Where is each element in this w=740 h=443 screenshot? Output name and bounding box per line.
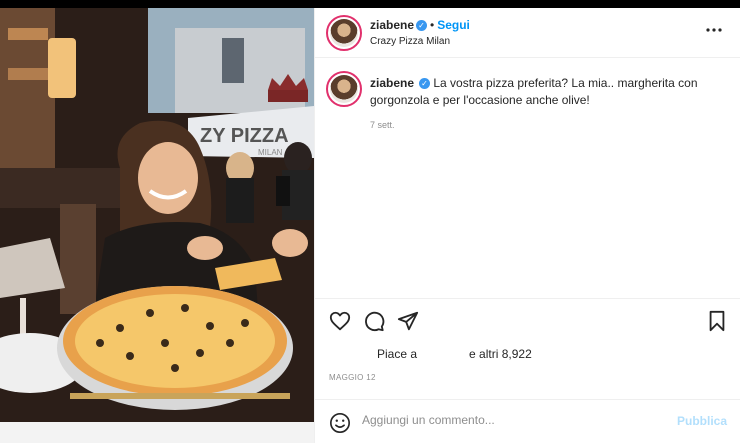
photo-bottom-strip <box>0 422 314 443</box>
comment-bar: Pubblica <box>315 399 740 443</box>
post-header: ziabene ✓ • Segui Crazy Pizza Milan <box>315 8 740 58</box>
author-avatar[interactable] <box>326 15 362 51</box>
photo-illustration: ZY PIZZA MILAN <box>0 8 314 422</box>
likes-line[interactable]: Piace a e altri 8,922 <box>377 347 532 361</box>
follow-button[interactable]: Segui <box>437 18 470 32</box>
caption: ziabene ✓ La vostra pizza preferita? La m… <box>370 75 725 109</box>
heart-icon[interactable] <box>329 310 351 332</box>
verified-icon: ✓ <box>419 78 431 90</box>
author-username[interactable]: ziabene <box>370 18 414 32</box>
comment-input[interactable] <box>362 413 662 427</box>
emoji-icon[interactable] <box>329 412 351 434</box>
post-details-panel: ziabene ✓ • Segui Crazy Pizza Milan ziabene… <box>314 8 740 443</box>
post-time-ago[interactable]: 7 sett. <box>370 120 395 130</box>
caption-avatar[interactable] <box>326 71 362 107</box>
comment-icon[interactable] <box>363 310 385 332</box>
verified-icon: ✓ <box>416 20 428 32</box>
more-dots-icon[interactable] <box>706 22 722 38</box>
publish-button[interactable]: Pubblica <box>677 414 727 428</box>
bookmark-icon[interactable] <box>706 310 728 332</box>
action-bar: Piace a e altri 8,922 MAGGIO 12 <box>315 299 740 394</box>
share-icon[interactable] <box>397 310 419 332</box>
caption-username[interactable]: ziabene <box>370 76 414 90</box>
likes-prefix: Piace a <box>377 347 418 361</box>
sign-sub: MILAN <box>258 148 283 157</box>
author-line: ziabene ✓ • Segui <box>370 18 470 32</box>
separator-dot: • <box>430 18 435 32</box>
top-black-strip <box>0 0 740 8</box>
sign-text: ZY PIZZA <box>200 125 289 147</box>
caption-section: ziabene ✓ La vostra pizza preferita? La m… <box>315 58 740 299</box>
post-location[interactable]: Crazy Pizza Milan <box>370 36 450 47</box>
post-photo[interactable]: ZY PIZZA MILAN <box>0 8 314 422</box>
post-date: MAGGIO 12 <box>329 373 376 382</box>
likes-count: e altri 8,922 <box>469 347 532 361</box>
